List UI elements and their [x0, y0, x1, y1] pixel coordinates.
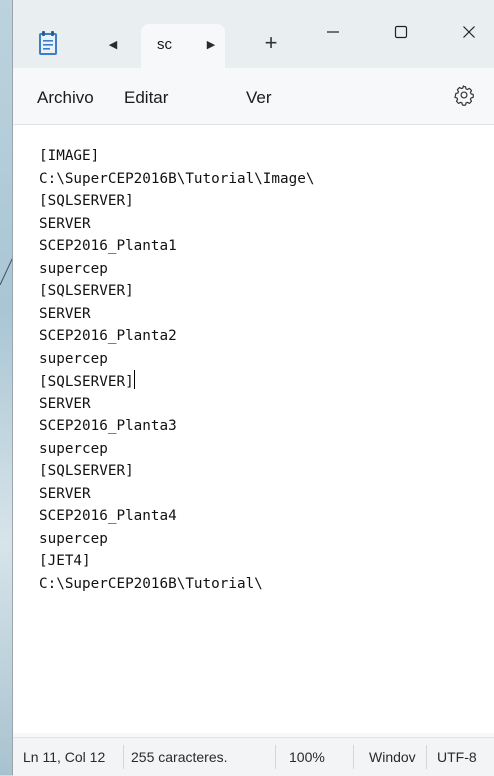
- editor-line: C:\SuperCEP2016B\Tutorial\Image\: [39, 170, 315, 187]
- tab-scroll-right-icon: ▶: [206, 38, 216, 51]
- editor-line: [IMAGE]: [39, 148, 100, 164]
- editor-line: SERVER: [39, 215, 91, 232]
- status-divider: [275, 745, 276, 769]
- text-editor[interactable]: [IMAGE] C:\SuperCEP2016B\Tutorial\Image\ […: [13, 125, 494, 733]
- editor-line: [SQLSERVER]: [39, 283, 134, 299]
- editor-content[interactable]: [IMAGE] C:\SuperCEP2016B\Tutorial\Image\ […: [39, 145, 314, 595]
- editor-line: supercep: [39, 530, 108, 547]
- status-divider: [353, 745, 354, 769]
- editor-line: SCEP2016_Planta3: [39, 418, 177, 434]
- notepad-icon: [37, 30, 59, 56]
- editor-line: SCEP2016_Planta2: [39, 328, 177, 344]
- close-button[interactable]: [449, 14, 489, 50]
- cursor-position[interactable]: Ln 11, Col 12: [23, 749, 105, 765]
- editor-line: SERVER: [39, 395, 91, 412]
- menu-editar[interactable]: Editar: [124, 88, 168, 108]
- editor-line: SCEP2016_Planta4: [39, 508, 177, 524]
- editor-line: SCEP2016_Planta1: [39, 238, 177, 254]
- editor-line-with-caret: [SQLSERVER]: [39, 370, 314, 393]
- editor-line: [JET4]: [39, 553, 91, 569]
- title-bar: ◀ sc ▶ +: [13, 0, 494, 68]
- tab-scroll-left-button[interactable]: ◀: [105, 34, 121, 54]
- editor-line: supercep: [39, 350, 108, 367]
- editor-line: C:\SuperCEP2016B\Tutorial\: [39, 575, 263, 592]
- editor-line: SERVER: [39, 485, 91, 502]
- editor-line: [SQLSERVER]: [39, 374, 134, 390]
- text-caret: [133, 370, 135, 389]
- tab-scroll-left-icon: ◀: [108, 38, 118, 51]
- editor-line: supercep: [39, 440, 108, 457]
- menu-ver[interactable]: Ver: [246, 88, 272, 108]
- settings-button[interactable]: [453, 84, 475, 106]
- minimize-button[interactable]: [313, 14, 353, 50]
- notepad-window: ◀ sc ▶ + Archivo Editar Ver [IMAGE] C:\S…: [12, 0, 494, 776]
- minimize-icon: [327, 31, 339, 33]
- editor-line: [SQLSERVER]: [39, 193, 134, 209]
- status-divider: [426, 745, 427, 769]
- status-divider: [123, 745, 124, 769]
- tab-scroll-right-button[interactable]: ▶: [203, 34, 219, 54]
- gear-icon: [454, 85, 474, 106]
- character-count: 255 caracteres.: [131, 749, 228, 765]
- maximize-icon: [394, 25, 408, 39]
- status-bar: Ln 11, Col 12 255 caracteres. 100% Windo…: [13, 737, 494, 776]
- menu-bar: Archivo Editar Ver: [13, 68, 494, 125]
- editor-line: SERVER: [39, 305, 91, 322]
- editor-line: supercep: [39, 260, 108, 277]
- tab-label: sc: [157, 36, 172, 53]
- new-tab-button[interactable]: +: [259, 28, 283, 58]
- close-icon: [463, 26, 475, 38]
- maximize-button[interactable]: [381, 14, 421, 50]
- encoding[interactable]: UTF-8: [437, 749, 494, 765]
- editor-line: [SQLSERVER]: [39, 463, 134, 479]
- menu-archivo[interactable]: Archivo: [37, 88, 94, 108]
- zoom-level[interactable]: 100%: [289, 749, 325, 765]
- line-ending[interactable]: Windov: [369, 749, 424, 765]
- plus-icon: +: [264, 30, 278, 55]
